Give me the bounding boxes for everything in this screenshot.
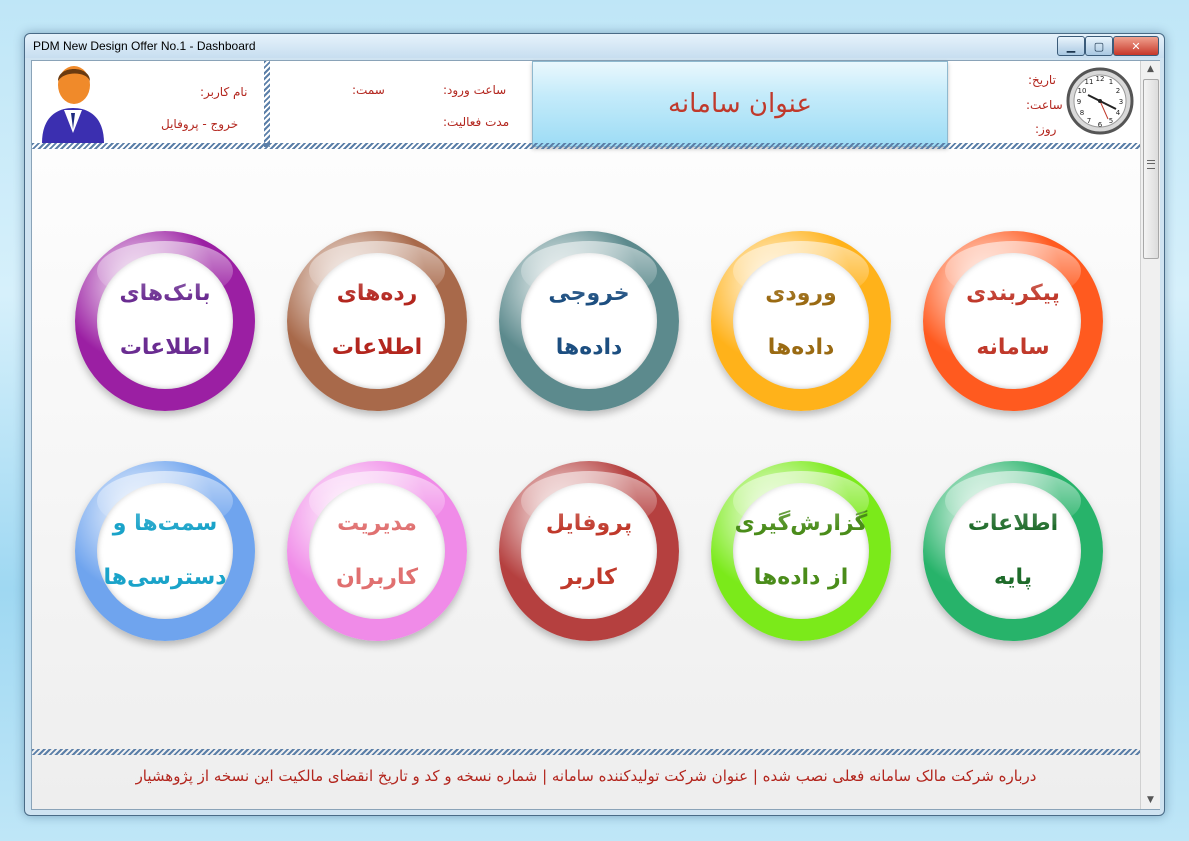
- tile-user-management[interactable]: مدیریت کاربران: [287, 461, 467, 641]
- close-button[interactable]: ✕: [1113, 36, 1159, 56]
- tile-line2: اطلاعات: [119, 335, 211, 360]
- user-avatar-icon: [38, 63, 108, 143]
- minimize-button[interactable]: ▁: [1057, 36, 1085, 56]
- svg-text:5: 5: [1109, 117, 1113, 125]
- dashboard-client: نام کاربر: خروج - پروفایل سمت: ساعت ورود…: [31, 60, 1160, 810]
- position-label: سمت:: [352, 83, 385, 97]
- scroll-up-icon[interactable]: ▲: [1141, 61, 1160, 77]
- tile-line1: گزارش‌گیری: [734, 511, 868, 536]
- app-window: PDM New Design Offer No.1 - Dashboard ▁ …: [24, 33, 1165, 816]
- footer-divider: [32, 749, 1140, 755]
- svg-text:12: 12: [1096, 75, 1105, 83]
- window-title: PDM New Design Offer No.1 - Dashboard: [33, 39, 256, 53]
- date-label: تاریخ:: [1028, 73, 1056, 87]
- tile-line2: کاربر: [561, 565, 617, 590]
- vertical-scrollbar[interactable]: ▲ ▼: [1140, 61, 1160, 809]
- tile-data-output[interactable]: خروجی داده‌ها: [499, 231, 679, 411]
- tile-roles-access[interactable]: سمت‌ها و دسترسی‌ها: [75, 461, 255, 641]
- tile-line1: سمت‌ها و: [112, 511, 218, 536]
- tile-info-banks[interactable]: بانک‌های اطلاعات: [75, 231, 255, 411]
- tile-line2: دسترسی‌ها: [103, 565, 227, 590]
- header-divider: [32, 143, 1140, 149]
- time-label: ساعت:: [1026, 98, 1063, 112]
- tile-line2: کاربران: [336, 565, 418, 590]
- active-duration-label: مدت فعالیت:: [443, 115, 510, 129]
- svg-text:8: 8: [1080, 109, 1084, 117]
- svg-text:6: 6: [1098, 121, 1103, 129]
- tile-system-config[interactable]: پیکربندی سامانه: [923, 231, 1103, 411]
- scroll-thumb[interactable]: [1143, 79, 1159, 259]
- svg-text:10: 10: [1078, 87, 1087, 95]
- user-name-label: نام کاربر:: [200, 85, 248, 99]
- tile-user-profile[interactable]: پروفایل کاربر: [499, 461, 679, 641]
- tile-line1: ورودی: [765, 281, 837, 306]
- tile-base-info[interactable]: اطلاعات پایه: [923, 461, 1103, 641]
- tile-line2: پایه: [993, 565, 1033, 590]
- svg-text:9: 9: [1077, 98, 1081, 106]
- tile-line1: بانک‌های: [119, 281, 211, 306]
- svg-text:7: 7: [1087, 117, 1091, 125]
- title-bar[interactable]: PDM New Design Offer No.1 - Dashboard ▁ …: [25, 34, 1164, 58]
- svg-text:2: 2: [1116, 87, 1120, 95]
- tile-line1: پیکربندی: [966, 281, 1060, 306]
- tile-line1: خروجی: [548, 281, 630, 306]
- tile-line1: مدیریت: [337, 511, 417, 536]
- tile-line2: اطلاعات: [331, 335, 423, 360]
- tile-line2: سامانه: [976, 335, 1050, 360]
- tile-data-input[interactable]: ورودی داده‌ها: [711, 231, 891, 411]
- tile-line1: رده‌های: [336, 281, 418, 306]
- analog-clock-icon: 12 3 6 9 12 45 7 8 10 11: [1066, 67, 1134, 135]
- tile-line2: داده‌ها: [555, 335, 623, 360]
- system-title: عنوان سامانه: [667, 89, 813, 119]
- tile-line2: از داده‌ها: [753, 565, 849, 590]
- day-label: روز:: [1035, 122, 1057, 136]
- tile-data-reports[interactable]: گزارش‌گیری از داده‌ها: [711, 461, 891, 641]
- header-bar: نام کاربر: خروج - پروفایل سمت: ساعت ورود…: [32, 61, 1140, 149]
- tile-info-categories[interactable]: رده‌های اطلاعات: [287, 231, 467, 411]
- maximize-button[interactable]: ▢: [1085, 36, 1113, 56]
- tile-line1: اطلاعات: [967, 511, 1059, 536]
- svg-text:11: 11: [1085, 78, 1094, 86]
- logout-profile-link[interactable]: خروج - پروفایل: [161, 117, 238, 131]
- svg-text:3: 3: [1119, 98, 1123, 106]
- header-divider-left: [264, 61, 270, 147]
- svg-text:1: 1: [1109, 78, 1113, 86]
- footer-info: درباره شرکت مالک سامانه فعلی نصب شده | ع…: [135, 767, 1037, 785]
- tile-line1: پروفایل: [545, 511, 633, 536]
- login-time-label: ساعت ورود:: [443, 83, 507, 97]
- scroll-down-icon[interactable]: ▼: [1141, 792, 1160, 808]
- tile-line2: داده‌ها: [767, 335, 835, 360]
- system-title-banner: عنوان سامانه: [532, 61, 948, 147]
- svg-text:4: 4: [1116, 109, 1121, 117]
